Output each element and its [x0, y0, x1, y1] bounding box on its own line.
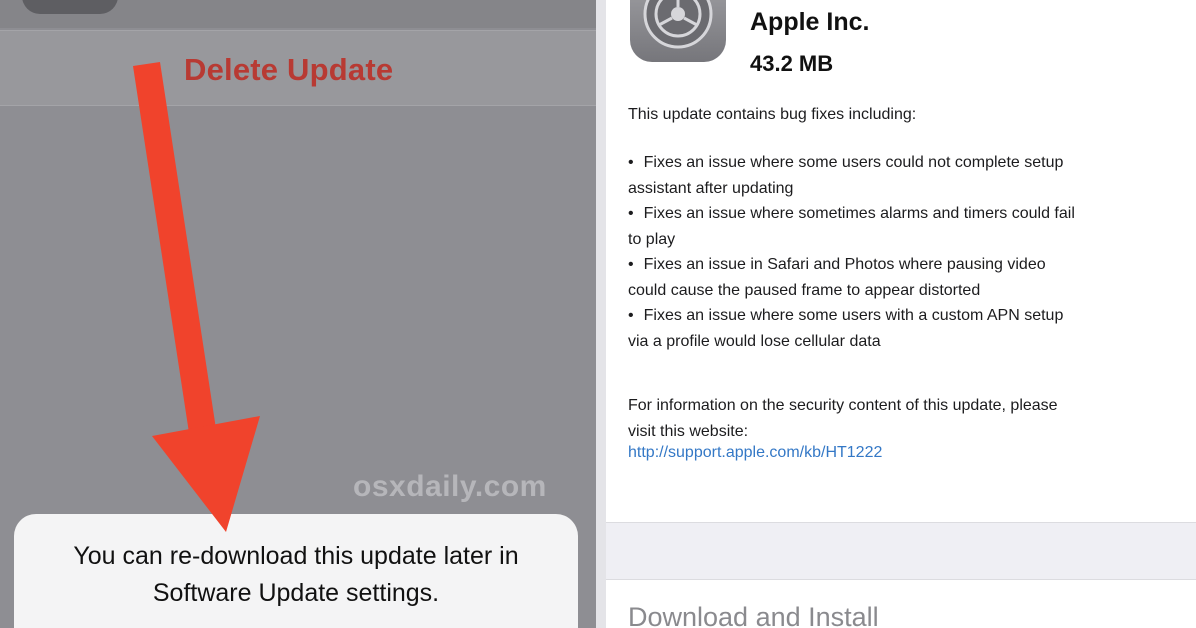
section-separator	[606, 522, 1196, 580]
update-description-intro: This update contains bug fixes including…	[628, 106, 917, 123]
fix-list-item: • Fixes an issue where sometimes alarms a…	[628, 201, 1178, 252]
support-link[interactable]: http://support.apple.com/kb/HT1222	[628, 444, 882, 462]
download-install-button[interactable]: Download and Install	[628, 602, 879, 628]
fix-text: Fixes an issue in Safari and Photos wher…	[643, 256, 1046, 273]
red-arrow-icon	[133, 62, 260, 532]
publisher-name: Apple Inc.	[750, 8, 870, 36]
update-size: 43.2 MB	[750, 51, 834, 76]
security-info: For information on the security content …	[628, 393, 1178, 444]
security-info-line-1: For information on the security content …	[628, 397, 1058, 414]
settings-gear-icon	[630, 0, 726, 62]
fix-text-continued: could cause the paused frame to appear d…	[628, 281, 981, 299]
bullet-icon: •	[628, 307, 634, 324]
fix-list-item: • Fixes an issue in Safari and Photos whe…	[628, 252, 1178, 303]
fix-list-item: • Fixes an issue where some users with a …	[628, 303, 1178, 354]
security-info-line-2: visit this website:	[628, 422, 749, 440]
screenshot-stage: Delete Update osxdaily.com You can re-do…	[0, 0, 1196, 628]
bullet-icon: •	[628, 154, 634, 171]
fix-text-continued: via a profile would lose cellular data	[628, 332, 881, 350]
fix-list-item: • Fixes an issue where some users could n…	[628, 150, 1178, 201]
fix-text: Fixes an issue where some users could no…	[643, 154, 1064, 171]
bullet-icon: •	[628, 205, 634, 222]
fix-list: • Fixes an issue where some users could n…	[628, 150, 1178, 354]
screen-divider	[596, 0, 606, 628]
fix-text-continued: assistant after updating	[628, 179, 794, 197]
fix-text: Fixes an issue where sometimes alarms an…	[643, 205, 1075, 222]
fix-text-continued: to play	[628, 230, 676, 248]
fix-text: Fixes an issue where some users with a c…	[643, 307, 1064, 324]
bullet-icon: •	[628, 256, 634, 273]
